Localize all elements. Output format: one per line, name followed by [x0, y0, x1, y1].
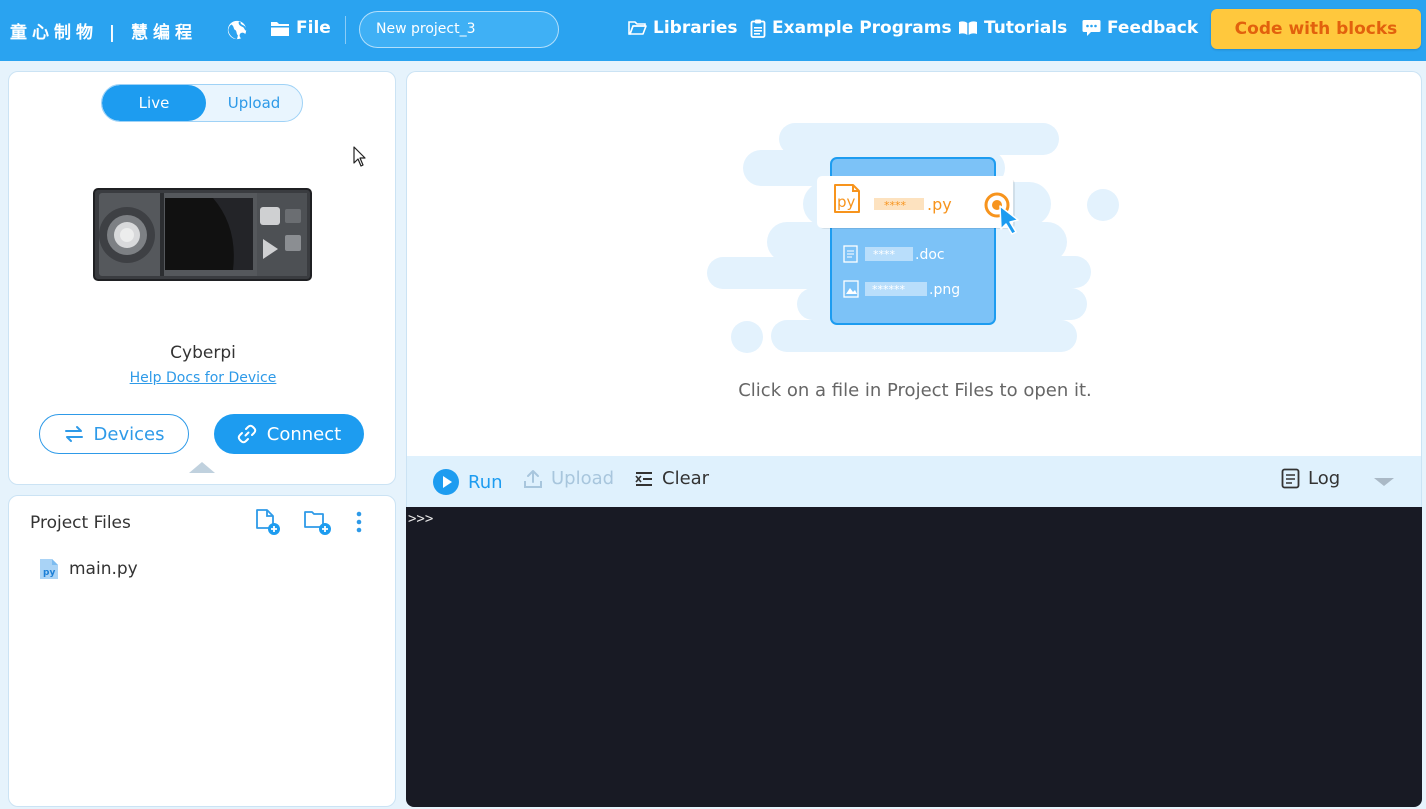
- illus-doc-ext: .doc: [915, 247, 945, 263]
- globe-icon[interactable]: [226, 19, 248, 41]
- clipboard-icon: [750, 19, 766, 38]
- console-prompt: >>>: [408, 511, 434, 527]
- connect-button[interactable]: Connect: [214, 414, 364, 454]
- file-item-main-py[interactable]: py main.py: [39, 558, 138, 580]
- project-files-panel: Project Files py main.py: [8, 495, 396, 807]
- editor-panel: **** .doc ****** .png py **** .py Click …: [406, 71, 1422, 456]
- clear-label: Clear: [662, 468, 710, 489]
- cyberpi-device-image: [93, 188, 312, 281]
- upload-button[interactable]: Upload: [523, 468, 614, 489]
- empty-state-illustration: **** .doc ****** .png py **** .py: [707, 123, 1119, 353]
- mouse-cursor-icon: [353, 146, 366, 167]
- run-label: Run: [468, 471, 503, 493]
- device-name: Cyberpi: [170, 343, 236, 363]
- log-button[interactable]: Log: [1281, 468, 1340, 489]
- python-file-icon: py: [40, 559, 58, 579]
- project-files-title: Project Files: [30, 513, 131, 533]
- nav-libraries-label: Libraries: [653, 18, 738, 38]
- clear-button[interactable]: Clear: [634, 468, 709, 489]
- new-folder-icon[interactable]: [303, 508, 333, 536]
- console-collapse-chevron-icon[interactable]: [1374, 478, 1394, 486]
- console-toolbar: Run Upload Clear Log: [406, 456, 1422, 507]
- mode-live-tab[interactable]: Live: [102, 85, 206, 121]
- project-files-toolbar: [255, 508, 363, 536]
- code-with-blocks-button[interactable]: Code with blocks: [1211, 9, 1421, 49]
- folder-icon: [271, 21, 289, 36]
- top-header: 童心制物 | 慧编程 File New project_3 Libraries …: [0, 0, 1426, 61]
- illus-py-mask: ****: [884, 199, 907, 212]
- empty-state-message: Click on a file in Project Files to open…: [738, 380, 1092, 401]
- illus-doc-mask: ****: [873, 248, 896, 261]
- nav-feedback-label: Feedback: [1107, 18, 1199, 38]
- brand-logo: 童心制物 | 慧编程: [10, 23, 198, 43]
- file-menu-label: File: [296, 18, 331, 38]
- play-icon: [433, 469, 459, 495]
- new-file-icon[interactable]: [255, 508, 281, 536]
- file-menu[interactable]: File: [270, 18, 331, 38]
- connect-button-label: Connect: [266, 423, 342, 445]
- console-output[interactable]: >>>: [406, 507, 1422, 807]
- project-name-input[interactable]: New project_3: [359, 11, 559, 48]
- svg-text:py: py: [837, 193, 856, 211]
- nav-libraries[interactable]: Libraries: [628, 18, 738, 38]
- devices-button-label: Devices: [93, 423, 165, 445]
- svg-text:py: py: [43, 568, 55, 578]
- nav-feedback[interactable]: Feedback: [1082, 18, 1198, 38]
- header-divider: [345, 16, 346, 44]
- more-options-icon[interactable]: [355, 510, 363, 534]
- link-icon: [237, 424, 257, 444]
- swap-arrows-icon: [64, 426, 83, 442]
- folder-open-icon: [628, 21, 647, 35]
- upload-label: Upload: [551, 468, 615, 489]
- chat-bubble-icon: [1082, 20, 1101, 36]
- mode-upload-tab[interactable]: Upload: [206, 85, 302, 121]
- nav-tutorials[interactable]: Tutorials: [958, 18, 1067, 38]
- mode-toggle: Live Upload: [101, 84, 303, 122]
- log-label: Log: [1308, 468, 1341, 489]
- illus-png-ext: .png: [929, 282, 960, 298]
- log-document-icon: [1281, 468, 1300, 489]
- collapse-caret-icon[interactable]: [189, 462, 215, 473]
- devices-button[interactable]: Devices: [39, 414, 189, 454]
- book-icon: [959, 21, 977, 35]
- upload-icon: [524, 469, 542, 488]
- nav-example-programs[interactable]: Example Programs: [750, 18, 952, 38]
- nav-examples-label: Example Programs: [772, 18, 952, 38]
- run-button[interactable]: Run: [432, 468, 503, 496]
- device-panel: Live Upload Cyberpi Help Docs for Device…: [8, 71, 396, 485]
- nav-tutorials-label: Tutorials: [984, 18, 1068, 38]
- file-item-label: main.py: [69, 559, 138, 579]
- help-docs-link[interactable]: Help Docs for Device: [9, 370, 397, 386]
- illus-png-mask: ******: [872, 283, 906, 296]
- illus-py-ext: .py: [927, 195, 952, 214]
- clear-lines-icon: [635, 471, 652, 486]
